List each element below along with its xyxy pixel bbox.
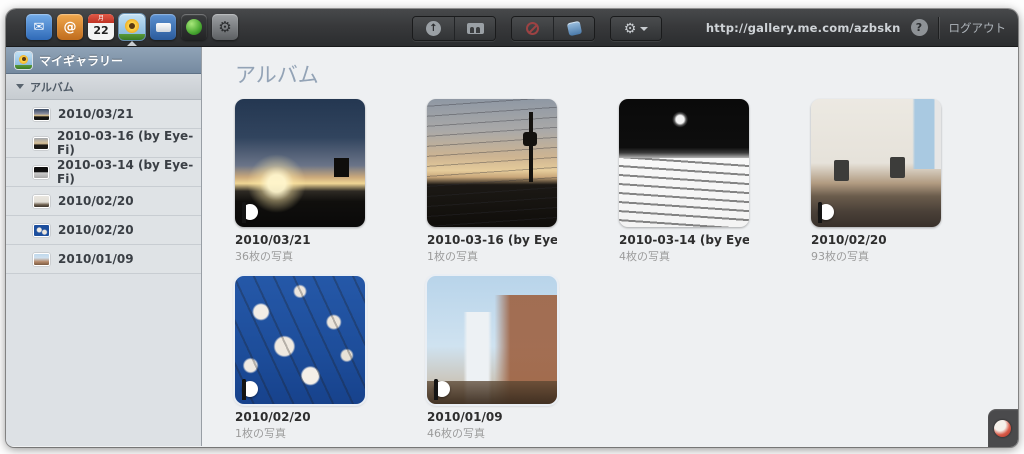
album-title[interactable]: 2010-03-16 (by Eye… (427, 233, 557, 247)
gallery-app-icon[interactable] (119, 14, 145, 40)
sidebar-item-album-1[interactable]: 2010/03/21 (6, 100, 201, 129)
calendar-month-label: 月 (88, 14, 114, 23)
top-toolbar: ✉ @ 月 22 ⚙ (6, 9, 1018, 47)
upload-button[interactable]: ↑ (413, 17, 454, 40)
upload-arrow-icon: ↑ (426, 21, 441, 36)
invite-button[interactable] (454, 17, 495, 40)
album-card: 2010-03-16 (by Eye… 1枚の写真 (427, 99, 557, 276)
publish-icon (566, 21, 581, 36)
green-orb-icon (186, 19, 202, 35)
album-card: 2010/02/20 1枚の写真 (235, 276, 365, 447)
sunflower-center (129, 23, 135, 29)
album-photo-count: 4枚の写真 (619, 248, 749, 264)
album-title[interactable]: 2010-03-14 (by Eye… (619, 233, 749, 247)
album-mini-thumbnail (33, 224, 50, 237)
mail-app-icon[interactable]: ✉ (26, 14, 52, 40)
envelope-icon: ✉ (34, 21, 45, 34)
sidebar-item-label: 2010/02/20 (58, 194, 134, 208)
album-title[interactable]: 2010/01/09 (427, 410, 557, 424)
sidebar-item-album-2[interactable]: 2010-03-16 (by Eye-Fi) (6, 129, 201, 158)
contacts-app-icon[interactable]: @ (57, 14, 83, 40)
album-thumbnail[interactable] (235, 276, 365, 404)
page-title: アルバム (235, 59, 319, 89)
sidebar-item-label: 2010/03/21 (58, 107, 134, 121)
upload-button-group: ↑ (412, 16, 496, 41)
album-card: 2010/03/21 36枚の写真 (235, 99, 365, 276)
my-gallery-label: マイギャラリー (39, 52, 123, 69)
disclosure-triangle-icon (16, 84, 24, 89)
sidebar-item-my-gallery[interactable]: マイギャラリー (6, 47, 201, 74)
lock-icon (242, 381, 258, 397)
album-mini-thumbnail (33, 166, 49, 179)
sunflower-leaves (119, 34, 145, 40)
lock-icon (818, 204, 834, 220)
album-card: 2010-03-14 (by Eye… 4枚の写真 (619, 99, 749, 276)
album-thumbnail[interactable] (811, 99, 941, 227)
gear-icon: ⚙ (624, 22, 637, 36)
album-thumbnail[interactable] (235, 99, 365, 227)
album-photo-count: 1枚の写真 (235, 425, 365, 441)
sidebar: マイギャラリー アルバム 2010/03/21 2010-03-16 (by E… (6, 47, 202, 446)
album-title[interactable]: 2010/02/20 (235, 410, 365, 424)
sidebar-item-album-3[interactable]: 2010-03-14 (by Eye-Fi) (6, 158, 201, 187)
album-card: 2010/01/09 46枚の写真 (427, 276, 557, 447)
selected-app-indicator (127, 41, 137, 46)
publish-button[interactable] (553, 17, 594, 40)
sidebar-item-label: 2010-03-16 (by Eye-Fi) (57, 129, 201, 157)
gear-menu-button[interactable]: ⚙ (611, 17, 661, 40)
album-photo-count: 1枚の写真 (427, 248, 557, 264)
gallery-window: ✉ @ 月 22 ⚙ (6, 9, 1018, 447)
album-mini-thumbnail (33, 195, 50, 208)
lock-icon (434, 381, 450, 397)
at-sign-icon: @ (64, 21, 77, 34)
disk-icon (156, 23, 171, 32)
album-mini-thumbnail (33, 137, 49, 150)
albums-section-header[interactable]: アルバム (6, 74, 201, 100)
gallery-url: http://gallery.me.com/azbskn (706, 21, 901, 35)
album-title[interactable]: 2010/02/20 (811, 233, 941, 247)
toolbar-actions: ↑ ⚙ (412, 16, 662, 41)
sidebar-item-label: 2010/01/09 (58, 252, 134, 266)
album-photo-count: 46枚の写真 (427, 425, 557, 441)
album-photo-count: 93枚の写真 (811, 248, 941, 264)
album-mini-thumbnail (33, 108, 50, 121)
album-thumbnail[interactable] (619, 99, 749, 227)
gear-menu-group: ⚙ (610, 16, 662, 41)
lock-icon (242, 204, 258, 220)
album-card: 2010/02/20 93枚の写真 (811, 99, 941, 276)
toolbar-divider (938, 17, 939, 39)
albums-section-label: アルバム (30, 79, 74, 95)
avatar (994, 420, 1011, 437)
gear-icon: ⚙ (218, 20, 231, 35)
album-photo-count: 36枚の写真 (235, 248, 365, 264)
album-mini-thumbnail (33, 253, 50, 266)
help-button[interactable]: ? (911, 19, 928, 36)
album-thumbnail[interactable] (427, 276, 557, 404)
find-app-icon[interactable] (181, 14, 207, 40)
chevron-down-icon (640, 27, 648, 31)
content-area: マイギャラリー アルバム 2010/03/21 2010-03-16 (by E… (6, 47, 1018, 446)
sidebar-item-label: 2010/02/20 (58, 223, 134, 237)
calendar-day-label: 22 (93, 23, 108, 40)
no-entry-icon (526, 22, 539, 35)
settings-app-icon[interactable]: ⚙ (212, 14, 238, 40)
hide-album-button[interactable] (512, 17, 553, 40)
sidebar-item-album-4[interactable]: 2010/02/20 (6, 187, 201, 216)
idisk-app-icon[interactable] (150, 14, 176, 40)
album-thumbnail[interactable] (427, 99, 557, 227)
sidebar-item-album-5[interactable]: 2010/02/20 (6, 216, 201, 245)
restrict-button-group (511, 16, 595, 41)
sidebar-item-label: 2010-03-14 (by Eye-Fi) (57, 158, 201, 186)
corner-feedback-widget[interactable] (988, 409, 1018, 447)
sidebar-item-album-6[interactable]: 2010/01/09 (6, 245, 201, 274)
app-switcher: ✉ @ 月 22 ⚙ (26, 14, 238, 40)
gallery-mini-icon (15, 52, 32, 69)
logout-button[interactable]: ログアウト (949, 20, 1007, 36)
contact-card-icon (467, 23, 484, 34)
album-grid: 2010/03/21 36枚の写真 2010-03-16 (by Eye… 1枚… (235, 99, 941, 447)
album-title[interactable]: 2010/03/21 (235, 233, 365, 247)
toolbar-right-cluster: http://gallery.me.com/azbskn ? ログアウト (706, 9, 1006, 46)
albums-panel: アルバム 2010/03/21 36枚の写真 2010-03-16 (by Ey… (202, 47, 1018, 446)
calendar-app-icon[interactable]: 月 22 (88, 14, 114, 40)
